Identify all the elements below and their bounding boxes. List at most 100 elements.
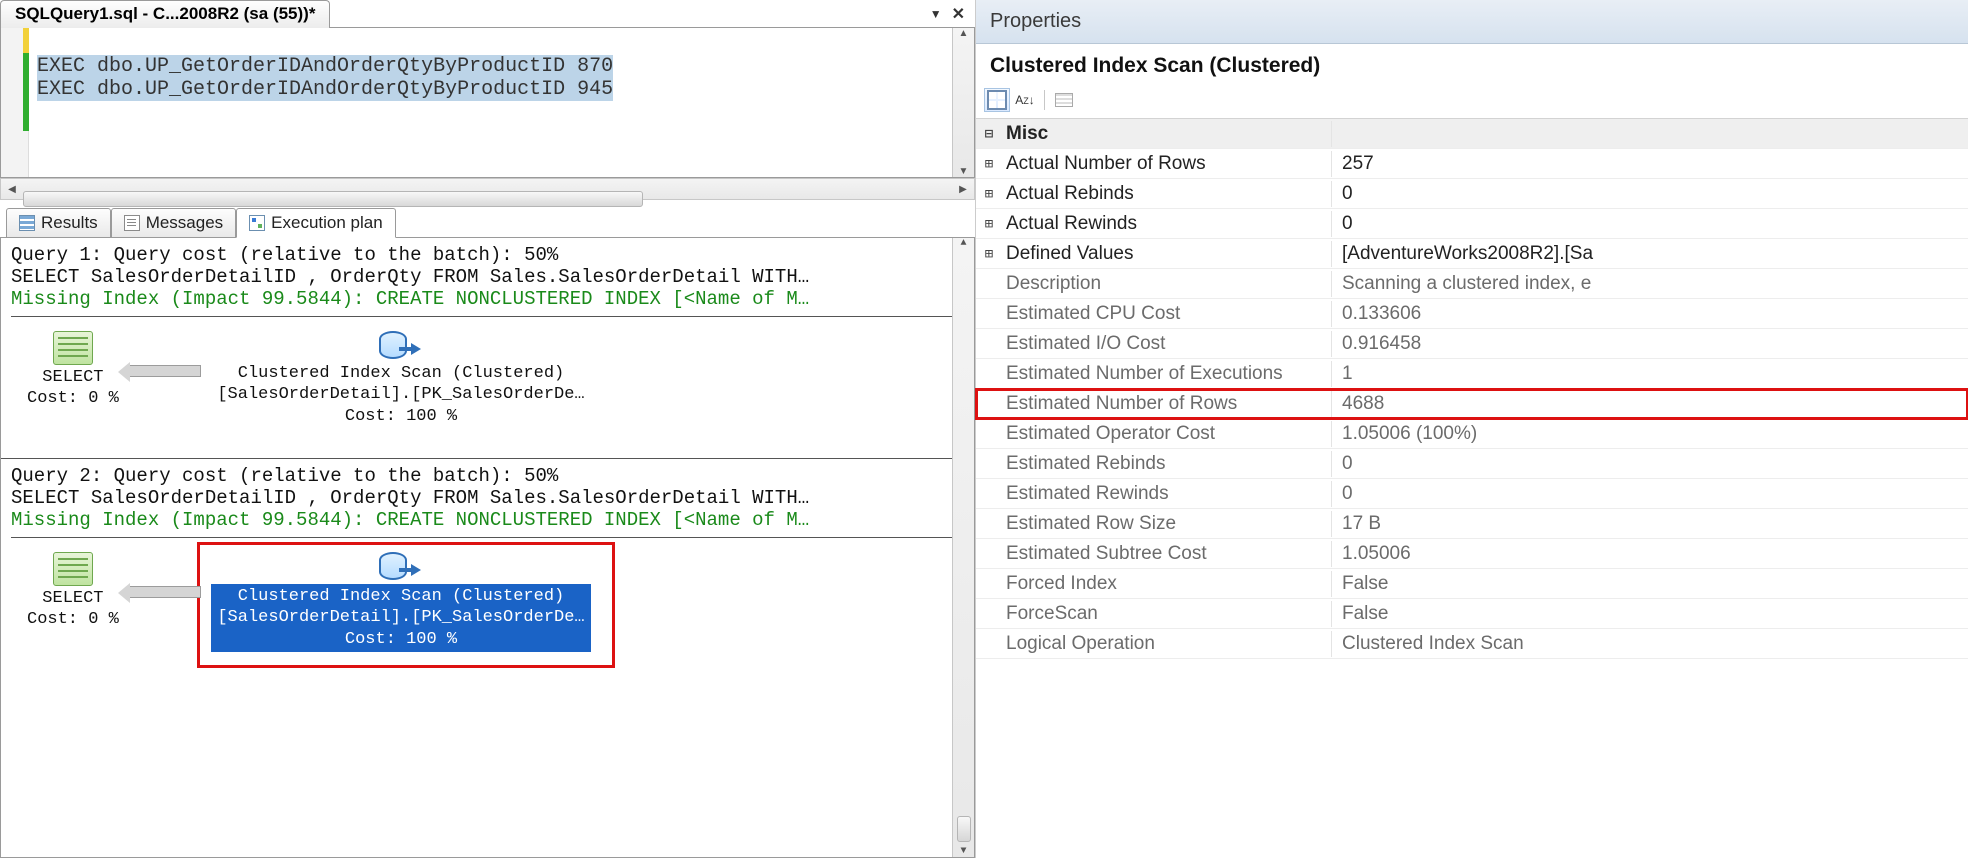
properties-grid[interactable]: ⊟ Misc ⊞Actual Number of Rows257⊞Actual … [976, 119, 1968, 659]
query2-select-label: SELECT [27, 588, 119, 609]
property-key: Actual Rewinds [1002, 211, 1332, 237]
property-row[interactable]: DescriptionScanning a clustered index, e [976, 269, 1968, 299]
document-tab-active[interactable]: SQLQuery1.sql - C...2008R2 (sa (55))* [0, 0, 330, 28]
editor-vscroll[interactable]: ▲▼ [952, 28, 974, 177]
property-key: Actual Rebinds [1002, 181, 1332, 207]
flow-arrow-icon [129, 365, 201, 377]
query1-missing-index[interactable]: Missing Index (Impact 99.5844): CREATE N… [11, 288, 964, 310]
query2-scan-line3: Cost: 100 % [217, 629, 585, 650]
query2-scan-line2: [SalesOrderDetail].[PK_SalesOrderDe… [217, 607, 585, 628]
properties-toolbar: AZ↓ [976, 86, 1968, 119]
property-key: Logical Operation [1002, 631, 1332, 657]
property-key: Description [1002, 271, 1332, 297]
property-row[interactable]: Estimated Row Size17 B [976, 509, 1968, 539]
select-icon [53, 552, 93, 586]
messages-icon [124, 215, 140, 231]
property-key: ForceScan [1002, 601, 1332, 627]
property-value: False [1332, 601, 1968, 627]
property-value: Scanning a clustered index, e [1332, 271, 1968, 297]
tab-dropdown-icon[interactable]: ▼ [930, 7, 942, 21]
query1-scan-line1: Clustered Index Scan (Clustered) [211, 363, 591, 384]
property-key: Estimated I/O Cost [1002, 331, 1332, 357]
property-key: Estimated CPU Cost [1002, 301, 1332, 327]
property-row[interactable]: ForceScanFalse [976, 599, 1968, 629]
property-value: 257 [1332, 151, 1968, 177]
property-value: 1.05006 (100%) [1332, 421, 1968, 447]
property-value: 0.916458 [1332, 331, 1968, 357]
query1-select-label: SELECT [27, 367, 119, 388]
grid-icon [19, 215, 35, 231]
property-row[interactable]: Estimated I/O Cost0.916458 [976, 329, 1968, 359]
property-row[interactable]: ⊞Actual Number of Rows257 [976, 149, 1968, 179]
categorized-button[interactable] [984, 88, 1010, 112]
expand-icon[interactable]: ⊞ [976, 156, 1002, 172]
property-value: 0 [1332, 481, 1968, 507]
property-value: 1.05006 [1332, 541, 1968, 567]
editor-hscroll[interactable]: ◀ ▶ [0, 178, 975, 200]
property-key: Estimated Number of Executions [1002, 361, 1332, 387]
document-tabs: SQLQuery1.sql - C...2008R2 (sa (55))* ▼ … [0, 0, 975, 28]
tab-results-label: Results [41, 213, 98, 233]
property-row[interactable]: Estimated Rebinds0 [976, 449, 1968, 479]
tab-execution-plan[interactable]: Execution plan [236, 208, 396, 238]
property-pages-button[interactable] [1051, 88, 1077, 112]
property-value: 0 [1332, 451, 1968, 477]
properties-header: Properties [976, 0, 1968, 44]
categorized-icon [988, 91, 1006, 109]
clustered-scan-icon [379, 548, 423, 582]
query2-missing-index[interactable]: Missing Index (Impact 99.5844): CREATE N… [11, 509, 964, 531]
expand-icon[interactable]: ⊞ [976, 216, 1002, 232]
property-value: 17 B [1332, 511, 1968, 537]
properties-panel: Properties Clustered Index Scan (Cluster… [976, 0, 1968, 858]
property-row[interactable]: Estimated Rewinds0 [976, 479, 1968, 509]
tab-messages[interactable]: Messages [111, 208, 236, 238]
expand-icon[interactable]: ⊞ [976, 186, 1002, 202]
tab-execplan-label: Execution plan [271, 213, 383, 233]
result-tabs: Results Messages Execution plan [0, 204, 975, 238]
select-icon [53, 331, 93, 365]
property-key: Estimated Operator Cost [1002, 421, 1332, 447]
property-key: Estimated Number of Rows [1002, 391, 1332, 417]
query1-scan-node[interactable]: Clustered Index Scan (Clustered) [SalesO… [211, 327, 591, 427]
execution-plan-pane[interactable]: Query 1: Query cost (relative to the bat… [0, 238, 975, 858]
property-row[interactable]: ⊞Actual Rewinds0 [976, 209, 1968, 239]
clustered-scan-icon [379, 327, 423, 361]
tab-close-icon[interactable]: ✕ [952, 4, 965, 24]
property-row[interactable]: ⊞Defined Values[AdventureWorks2008R2].[S… [976, 239, 1968, 269]
property-row[interactable]: Estimated Number of Executions1 [976, 359, 1968, 389]
property-row[interactable]: Logical OperationClustered Index Scan [976, 629, 1968, 659]
property-key: Estimated Subtree Cost [1002, 541, 1332, 567]
property-group-label: Misc [1002, 121, 1332, 147]
property-row[interactable]: Estimated CPU Cost0.133606 [976, 299, 1968, 329]
property-key: Estimated Rewinds [1002, 481, 1332, 507]
query2-select-node[interactable]: SELECT Cost: 0 % [27, 552, 119, 631]
flow-arrow-icon [129, 586, 201, 598]
query1-select-cost: Cost: 0 % [27, 388, 119, 409]
query1-statement: SELECT SalesOrderDetailID , OrderQty FRO… [11, 266, 964, 288]
property-row[interactable]: Forced IndexFalse [976, 569, 1968, 599]
query2-scan-node[interactable]: Clustered Index Scan (Clustered) [SalesO… [211, 548, 591, 652]
alphabetical-button[interactable]: AZ↓ [1012, 88, 1038, 112]
query2-diagram: SELECT Cost: 0 % Clustered Index Scan (C… [11, 537, 964, 675]
execution-plan-icon [249, 215, 265, 231]
property-value: 0 [1332, 181, 1968, 207]
collapse-icon[interactable]: ⊟ [976, 126, 1002, 142]
property-row[interactable]: ⊞Actual Rebinds0 [976, 179, 1968, 209]
property-row[interactable]: Estimated Number of Rows4688 [976, 389, 1968, 419]
tab-messages-label: Messages [146, 213, 223, 233]
query1-select-node[interactable]: SELECT Cost: 0 % [27, 331, 119, 410]
plan-vscroll[interactable]: ▲ ▼ [952, 238, 974, 857]
query2-select-cost: Cost: 0 % [27, 609, 119, 630]
property-row[interactable]: Estimated Operator Cost1.05006 (100%) [976, 419, 1968, 449]
property-key: Defined Values [1002, 241, 1332, 267]
property-group-misc[interactable]: ⊟ Misc [976, 119, 1968, 149]
property-key: Actual Number of Rows [1002, 151, 1332, 177]
query1-header: Query 1: Query cost (relative to the bat… [11, 244, 964, 266]
property-value: False [1332, 571, 1968, 597]
tab-results[interactable]: Results [6, 208, 111, 238]
properties-object-title: Clustered Index Scan (Clustered) [976, 44, 1968, 86]
property-row[interactable]: Estimated Subtree Cost1.05006 [976, 539, 1968, 569]
expand-icon[interactable]: ⊞ [976, 246, 1002, 262]
sql-editor[interactable]: EXEC dbo.UP_GetOrderIDAndOrderQtyByProdu… [0, 28, 975, 178]
property-value: 4688 [1332, 391, 1968, 417]
